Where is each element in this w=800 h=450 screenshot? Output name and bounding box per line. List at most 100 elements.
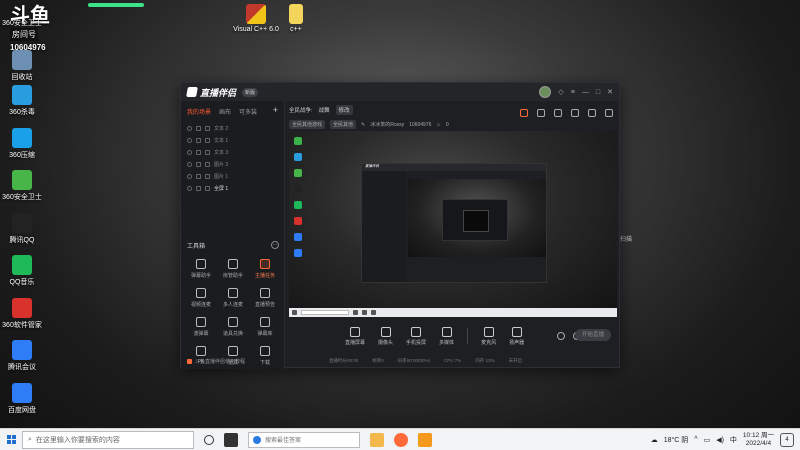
- record-icon[interactable]: [557, 332, 566, 340]
- system-tray: ☁ 18°C 阴 ^ ▭ ◀) 中 10:12 周一 2022/4/4 4: [651, 432, 800, 448]
- edit-category-button[interactable]: 修改: [335, 105, 353, 115]
- add-scene-button[interactable]: +: [273, 106, 278, 116]
- eye-icon[interactable]: [187, 161, 192, 167]
- eye-icon[interactable]: [187, 173, 192, 179]
- lock-icon[interactable]: [196, 173, 201, 179]
- eye-icon[interactable]: [187, 149, 192, 155]
- desktop-icon-label: 腾讯QQ: [9, 237, 35, 244]
- tab-canvas[interactable]: 画布: [219, 107, 231, 116]
- camera-button[interactable]: 摄像头: [378, 326, 393, 346]
- tool-label: 波弹幕: [193, 331, 209, 337]
- image-icon[interactable]: [554, 109, 562, 117]
- scene-item[interactable]: 文本 1: [187, 134, 278, 146]
- frame-icon[interactable]: [205, 149, 210, 155]
- notification-icon[interactable]: 4: [780, 432, 794, 447]
- speaker-button[interactable]: 扬声器: [509, 326, 524, 346]
- progress-bar: [88, 3, 144, 7]
- start-live-button[interactable]: 开始直播: [575, 329, 611, 341]
- tool-item[interactable]: 波弹幕: [185, 317, 217, 337]
- desktop-icon[interactable]: 回收站: [0, 50, 50, 82]
- lock-icon[interactable]: [537, 109, 545, 117]
- tool-item[interactable]: 道具兑换: [217, 317, 249, 337]
- settings-icon[interactable]: [571, 109, 579, 117]
- tab-my-scenes[interactable]: 我的场景: [187, 107, 211, 116]
- scene-item-active[interactable]: 全屏 1: [187, 182, 278, 194]
- desktop-icon[interactable]: 百度网盘: [0, 383, 50, 415]
- screen-capture-button[interactable]: 直播屏幕: [345, 326, 365, 346]
- scene-item[interactable]: 文本 2: [187, 122, 278, 134]
- desktop-icon[interactable]: 腾讯会议: [0, 340, 50, 372]
- desktop-icon[interactable]: 360压缩: [0, 128, 50, 160]
- ime-icon[interactable]: 中: [730, 435, 737, 445]
- live-preview[interactable]: 直播伴侣: [289, 131, 617, 317]
- app-icon-orange[interactable]: [418, 432, 432, 447]
- scene-item[interactable]: 图片 2: [187, 158, 278, 170]
- tool-item[interactable]: 弹幕库: [249, 317, 281, 337]
- tab-more[interactable]: 可多装: [239, 107, 257, 116]
- gift-icon[interactable]: [520, 109, 528, 117]
- tool-item[interactable]: 弹幕助手: [185, 259, 217, 279]
- weather-icon[interactable]: ☁: [651, 436, 658, 444]
- eye-icon[interactable]: [187, 125, 192, 131]
- app-icon-clover[interactable]: [224, 432, 238, 447]
- more-tools-button[interactable]: ···: [271, 241, 279, 249]
- media-button[interactable]: 多媒体: [439, 326, 454, 346]
- lock-icon[interactable]: [196, 137, 201, 143]
- lock-icon[interactable]: [196, 149, 201, 155]
- task-view-icon[interactable]: [204, 434, 214, 445]
- desktop-icon[interactable]: QQ音乐: [0, 255, 50, 287]
- clock[interactable]: 10:12 周一 2022/4/4: [743, 432, 774, 448]
- file-explorer-icon[interactable]: [370, 432, 384, 447]
- skin-icon[interactable]: ◇: [558, 88, 563, 96]
- edit-icon[interactable]: ✎: [361, 122, 365, 128]
- minimize-icon[interactable]: —: [582, 89, 589, 96]
- phone-cast-button[interactable]: 手机投屏: [406, 326, 426, 346]
- tag-2[interactable]: 全民其他: [330, 120, 357, 129]
- tutorial-link[interactable]: 斗鱼直播伴侣使用教程: [187, 358, 245, 365]
- tool-item[interactable]: 主播任务: [249, 259, 281, 279]
- version-badge[interactable]: 新版: [242, 87, 259, 97]
- tool-item[interactable]: 房管助手: [217, 259, 249, 279]
- frame-icon[interactable]: [205, 173, 210, 179]
- lock-icon[interactable]: [196, 125, 201, 131]
- desktop-icon[interactable]: 360安全卫士: [0, 18, 50, 28]
- tool-item[interactable]: 下载: [249, 346, 281, 366]
- close-icon[interactable]: ✕: [607, 88, 613, 96]
- eye-icon[interactable]: [187, 137, 192, 143]
- brand-name: 直播伴侣: [200, 87, 237, 98]
- desktop-icon[interactable]: 360杀毒: [0, 85, 50, 117]
- tool-item[interactable]: 多人连麦: [217, 288, 249, 308]
- desktop-icon[interactable]: 腾讯QQ: [0, 213, 50, 245]
- volume-icon[interactable]: ◀): [716, 436, 724, 444]
- desktop-icon[interactable]: 360安全卫士: [0, 170, 50, 202]
- desktop-icon[interactable]: 360软件管家: [0, 298, 50, 330]
- avatar[interactable]: [539, 86, 552, 98]
- live-app-icon[interactable]: [394, 432, 408, 447]
- start-button[interactable]: [0, 429, 22, 450]
- microphone-button[interactable]: 麦克风: [481, 326, 496, 346]
- taskbar-search[interactable]: ⌕ 在这里输入你要搜索的内容: [22, 430, 194, 449]
- scene-label: 图片 1: [214, 173, 229, 180]
- browser-search[interactable]: 搜索最佳答案: [248, 431, 360, 448]
- frame-icon[interactable]: [205, 161, 210, 167]
- weather-text[interactable]: 18°C 阴: [664, 435, 689, 445]
- search-icon: ⌕: [28, 435, 32, 443]
- share-icon[interactable]: [605, 109, 613, 117]
- frame-icon[interactable]: [205, 125, 210, 131]
- network-icon[interactable]: ▭: [704, 436, 711, 444]
- scene-item[interactable]: 图片 1: [187, 170, 278, 182]
- desktop-icon-cpp[interactable]: c++: [268, 4, 324, 33]
- menu-icon[interactable]: ≡: [571, 89, 575, 96]
- bell-icon[interactable]: [588, 109, 596, 117]
- scene-item[interactable]: 文本 3: [187, 146, 278, 158]
- lock-icon[interactable]: [196, 161, 201, 167]
- eye-icon[interactable]: [187, 185, 192, 191]
- tag-1[interactable]: 全民其他游戏: [289, 120, 326, 129]
- frame-icon[interactable]: [205, 185, 210, 191]
- lock-icon[interactable]: [196, 185, 201, 191]
- tool-item[interactable]: 直播预告: [249, 288, 281, 308]
- chevron-up-icon[interactable]: ^: [694, 436, 697, 443]
- tool-item[interactable]: 视频连麦: [185, 288, 217, 308]
- maximize-icon[interactable]: □: [596, 89, 600, 96]
- frame-icon[interactable]: [205, 137, 210, 143]
